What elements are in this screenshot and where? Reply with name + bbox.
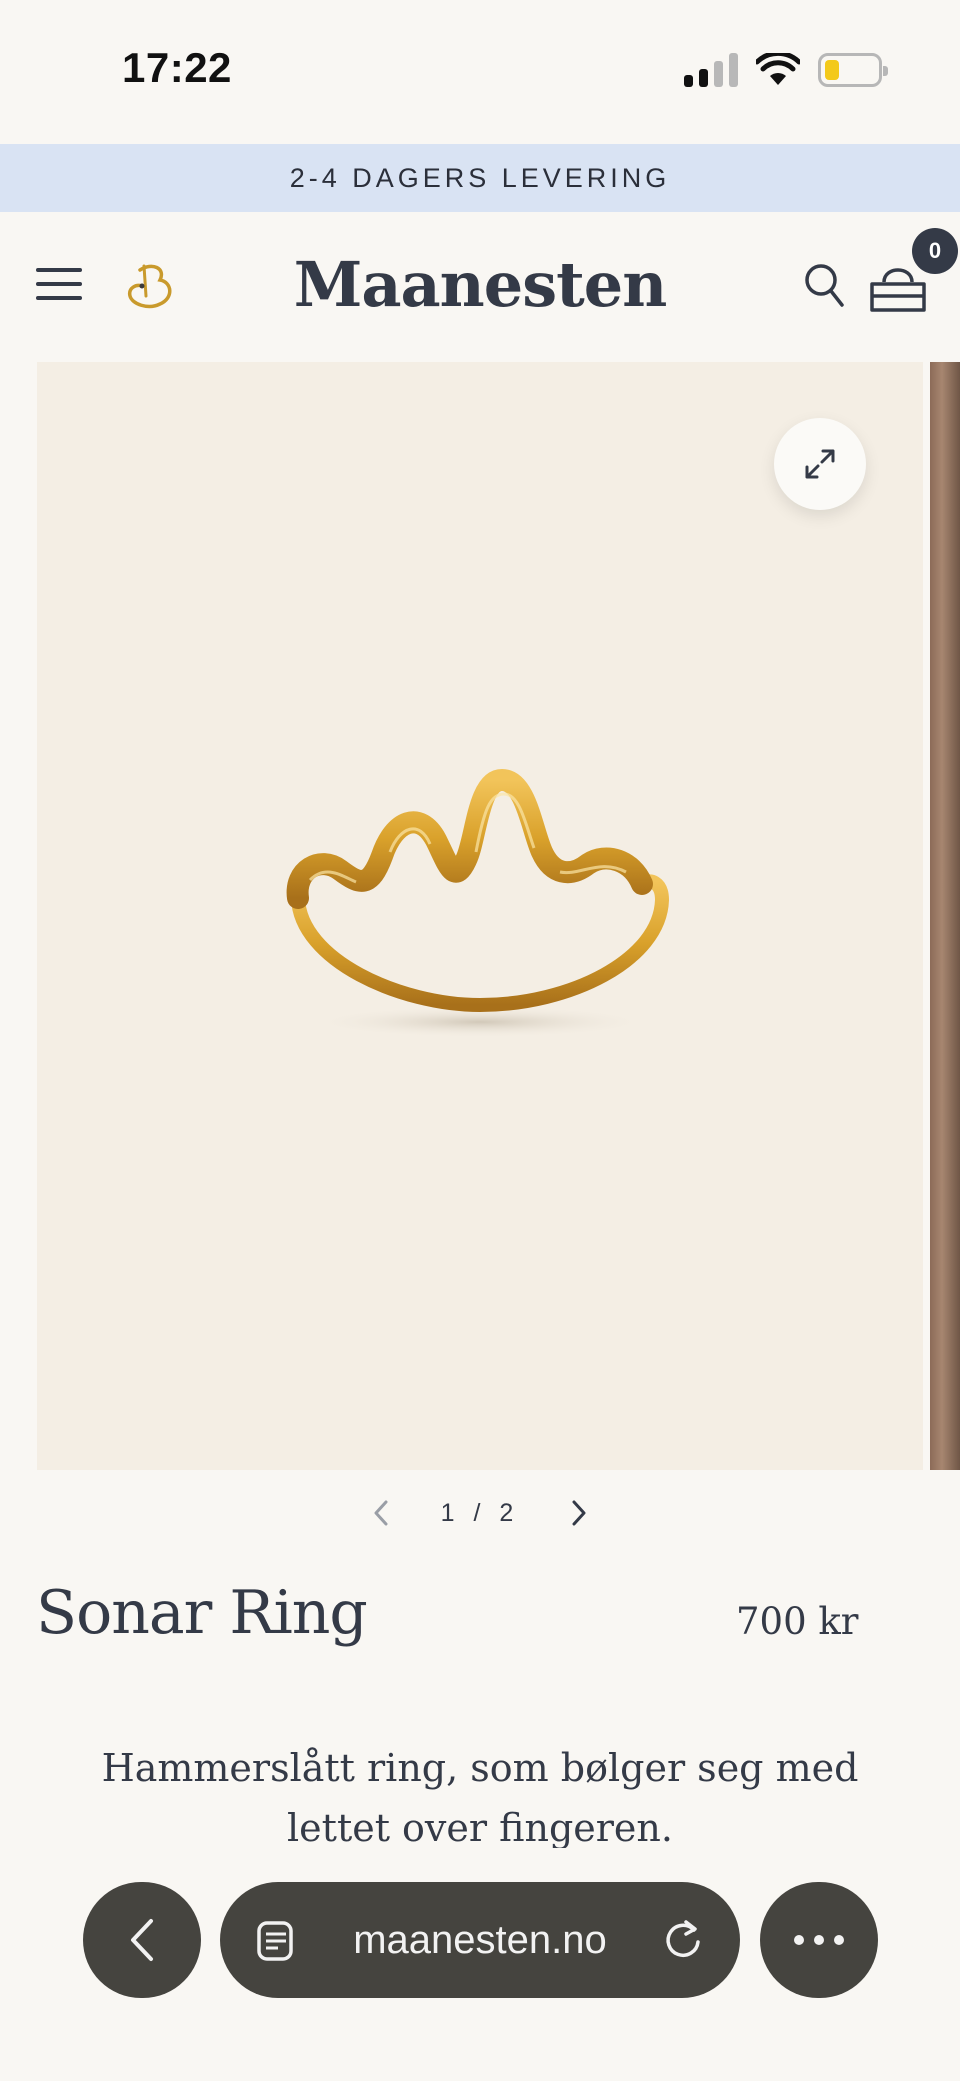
browser-back-button[interactable] bbox=[83, 1882, 201, 1998]
wifi-icon bbox=[756, 53, 800, 85]
next-image-button[interactable] bbox=[559, 1493, 599, 1533]
product-title: Sonar Ring bbox=[36, 1578, 368, 1648]
previous-image-button[interactable] bbox=[361, 1493, 401, 1533]
reload-icon[interactable] bbox=[660, 1916, 706, 1962]
battery-icon bbox=[818, 53, 888, 87]
status-icons bbox=[684, 50, 888, 90]
next-product-image-peek[interactable] bbox=[930, 362, 960, 1470]
gallery-pager: 1 / 2 bbox=[0, 1488, 960, 1538]
image-total: 2 bbox=[499, 1498, 520, 1527]
announcement-bar: 2-4 DAGERS LEVERING bbox=[0, 144, 960, 212]
search-icon[interactable] bbox=[802, 260, 846, 310]
cellular-signal-icon bbox=[684, 53, 738, 87]
browser-toolbar: maanesten.no bbox=[0, 1880, 960, 2000]
image-separator: / bbox=[473, 1498, 487, 1527]
product-price: 700 kr bbox=[736, 1600, 859, 1643]
more-options-button[interactable] bbox=[760, 1882, 878, 1998]
product-description: Hammerslått ring, som bølger seg med let… bbox=[101, 1746, 859, 1848]
gold-ring-image bbox=[286, 769, 670, 1038]
address-bar[interactable]: maanesten.no bbox=[220, 1882, 740, 1998]
chevron-left-icon bbox=[374, 1500, 388, 1526]
image-counter: 1 / 2 bbox=[441, 1499, 520, 1528]
chevron-right-icon bbox=[572, 1500, 586, 1526]
site-header: Maanesten 0 bbox=[0, 212, 960, 362]
more-dots-icon bbox=[794, 1935, 804, 1945]
cart-count-badge[interactable]: 0 bbox=[912, 228, 958, 274]
expand-button[interactable] bbox=[774, 418, 866, 510]
status-time: 17:22 bbox=[122, 44, 232, 91]
status-bar: 17:22 bbox=[0, 0, 960, 144]
expand-icon bbox=[805, 449, 835, 479]
back-arrow-icon bbox=[131, 1919, 153, 1961]
image-current: 1 bbox=[440, 1498, 461, 1527]
